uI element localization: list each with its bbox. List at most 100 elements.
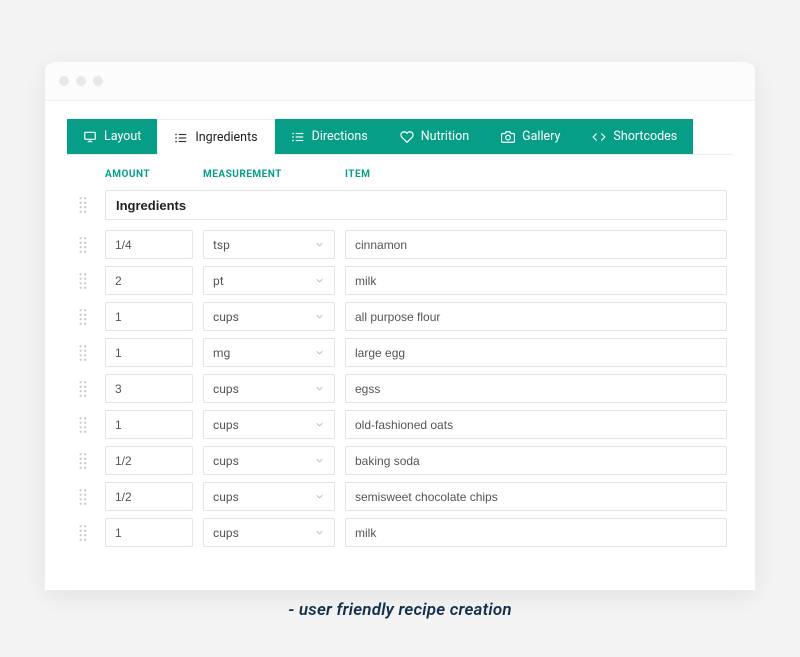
measurement-select[interactable]: cups — [203, 410, 335, 439]
measurement-select[interactable]: mg — [203, 338, 335, 367]
section-title-input[interactable] — [105, 190, 727, 220]
amount-input[interactable] — [105, 446, 193, 475]
measurement-value: pt — [213, 274, 224, 288]
tab-directions[interactable]: Directions — [275, 119, 384, 154]
item-input[interactable] — [345, 266, 727, 295]
item-input[interactable] — [345, 302, 727, 331]
chevron-down-icon — [314, 383, 325, 394]
ingredient-row: cups — [73, 302, 727, 331]
heart-icon — [400, 130, 414, 144]
tab-label: Nutrition — [421, 129, 469, 144]
tab-shortcodes[interactable]: Shortcodes — [576, 119, 693, 154]
measurement-select[interactable]: cups — [203, 518, 335, 547]
item-input[interactable] — [345, 518, 727, 547]
item-input[interactable] — [345, 374, 727, 403]
tabs: Layout Ingredients Directions Nutrition … — [67, 119, 733, 155]
measurement-select[interactable]: pt — [203, 266, 335, 295]
chevron-down-icon — [314, 455, 325, 466]
col-measurement: MEASUREMENT — [203, 169, 335, 180]
col-item: ITEM — [345, 169, 727, 180]
drag-handle[interactable] — [73, 308, 95, 326]
drag-handle[interactable] — [73, 452, 95, 470]
item-input[interactable] — [345, 446, 727, 475]
browser-frame: Layout Ingredients Directions Nutrition … — [45, 62, 755, 590]
drag-handle[interactable] — [73, 416, 95, 434]
ingredient-row: cups — [73, 374, 727, 403]
ingredient-row: tsp — [73, 230, 727, 259]
drag-handle[interactable] — [73, 488, 95, 506]
list-icon — [174, 131, 188, 145]
measurement-select[interactable]: cups — [203, 302, 335, 331]
measurement-value: cups — [213, 454, 239, 468]
measurement-select[interactable]: tsp — [203, 230, 335, 259]
item-input[interactable] — [345, 338, 727, 367]
grip-icon — [78, 380, 90, 398]
item-input[interactable] — [345, 410, 727, 439]
tab-ingredients[interactable]: Ingredients — [157, 119, 274, 155]
tab-label: Layout — [104, 129, 141, 144]
column-headers: AMOUNT MEASUREMENT ITEM — [67, 155, 733, 188]
amount-input[interactable] — [105, 410, 193, 439]
measurement-value: cups — [213, 526, 239, 540]
drag-handle[interactable] — [73, 524, 95, 542]
tab-label: Gallery — [522, 129, 560, 144]
col-amount: AMOUNT — [105, 169, 193, 180]
tab-label: Ingredients — [195, 130, 257, 145]
grip-icon — [78, 488, 90, 506]
amount-input[interactable] — [105, 266, 193, 295]
amount-input[interactable] — [105, 374, 193, 403]
chevron-down-icon — [314, 275, 325, 286]
ingredient-row: cups — [73, 410, 727, 439]
chevron-down-icon — [314, 419, 325, 430]
amount-input[interactable] — [105, 230, 193, 259]
tab-nutrition[interactable]: Nutrition — [384, 119, 485, 154]
drag-handle[interactable] — [73, 344, 95, 362]
ingredient-row: cups — [73, 518, 727, 547]
measurement-value: mg — [213, 346, 230, 360]
window-dot — [59, 76, 69, 86]
chevron-down-icon — [314, 347, 325, 358]
measurement-select[interactable]: cups — [203, 374, 335, 403]
ingredient-rows: tsp pt cups mg cups cups cups cups cups — [67, 230, 733, 547]
drag-handle[interactable] — [73, 236, 95, 254]
measurement-select[interactable]: cups — [203, 446, 335, 475]
window-title-bar — [45, 62, 755, 100]
measurement-select[interactable]: cups — [203, 482, 335, 511]
grip-icon — [78, 196, 90, 214]
amount-input[interactable] — [105, 518, 193, 547]
measurement-value: cups — [213, 310, 239, 324]
amount-input[interactable] — [105, 482, 193, 511]
grip-icon — [78, 236, 90, 254]
list-icon — [291, 130, 305, 144]
code-icon — [592, 130, 606, 144]
grip-icon — [78, 272, 90, 290]
ingredient-row: cups — [73, 446, 727, 475]
grip-icon — [78, 416, 90, 434]
monitor-icon — [83, 130, 97, 144]
measurement-value: cups — [213, 418, 239, 432]
item-input[interactable] — [345, 230, 727, 259]
tab-label: Shortcodes — [613, 129, 677, 144]
chevron-down-icon — [314, 491, 325, 502]
tab-label: Directions — [312, 129, 368, 144]
ingredient-row: pt — [73, 266, 727, 295]
measurement-value: cups — [213, 490, 239, 504]
ingredient-row: cups — [73, 482, 727, 511]
drag-handle[interactable] — [73, 380, 95, 398]
ingredient-row: mg — [73, 338, 727, 367]
drag-handle[interactable] — [73, 272, 95, 290]
section-title-row — [67, 188, 733, 230]
tab-gallery[interactable]: Gallery — [485, 119, 576, 154]
drag-handle[interactable] — [73, 196, 95, 214]
camera-icon — [501, 130, 515, 144]
tab-layout[interactable]: Layout — [67, 119, 157, 154]
chevron-down-icon — [314, 311, 325, 322]
measurement-value: tsp — [213, 238, 230, 252]
app-content: Layout Ingredients Directions Nutrition … — [45, 100, 755, 590]
grip-icon — [78, 452, 90, 470]
item-input[interactable] — [345, 482, 727, 511]
amount-input[interactable] — [105, 302, 193, 331]
chevron-down-icon — [314, 527, 325, 538]
grip-icon — [78, 344, 90, 362]
amount-input[interactable] — [105, 338, 193, 367]
